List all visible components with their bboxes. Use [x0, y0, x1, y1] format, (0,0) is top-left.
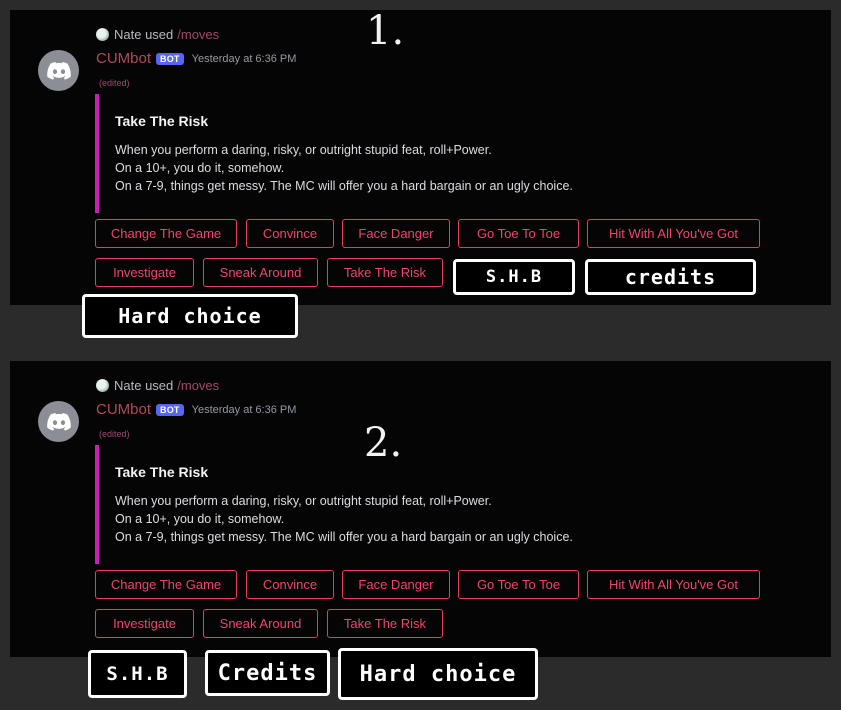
move-button-face-danger[interactable]: Face Danger [342, 219, 450, 248]
message-header: CUMbot BOT Yesterday at 6:36 PM [96, 50, 296, 67]
embed-line: On a 7-9, things get messy. The MC will … [115, 179, 573, 193]
embed-line: When you perform a daring, risky, or out… [115, 143, 492, 157]
annotation-credits: Credits [205, 650, 330, 696]
annotation-number: 1. [366, 8, 405, 54]
bot-username[interactable]: CUMbot [96, 401, 151, 418]
move-button-investigate[interactable]: Investigate [95, 609, 194, 638]
user-avatar-small-icon [96, 379, 109, 392]
bot-avatar[interactable] [38, 401, 79, 442]
reply-user: Nate used [114, 27, 174, 42]
move-button-convince[interactable]: Convince [246, 219, 334, 248]
move-button-face-danger[interactable]: Face Danger [342, 570, 450, 599]
embed-line: On a 10+, you do it, somehow. [115, 161, 285, 175]
embed-description: When you perform a daring, risky, or out… [115, 492, 573, 546]
discord-message-panel-2: Nate used /moves CUMbot BOT Yesterday at… [10, 361, 831, 657]
reply-line: Nate used /moves [96, 27, 219, 42]
move-button-convince[interactable]: Convince [246, 570, 334, 599]
move-button-go-toe-to-toe[interactable]: Go Toe To Toe [458, 570, 579, 599]
bot-username[interactable]: CUMbot [96, 50, 151, 67]
annotation-shb: S.H.B [88, 650, 187, 698]
annotation-hard-choice: Hard choice [82, 294, 298, 338]
move-button-hit-with-all[interactable]: Hit With All You've Got [587, 219, 760, 248]
user-avatar-small-icon [96, 28, 109, 41]
reply-line: Nate used /moves [96, 378, 219, 393]
embed-line: On a 7-9, things get messy. The MC will … [115, 530, 573, 544]
embed-description: When you perform a daring, risky, or out… [115, 141, 573, 195]
edited-marker: (edited) [99, 429, 130, 439]
embed-title: Take The Risk [115, 113, 209, 129]
annotation-shb: S.H.B [453, 259, 575, 295]
edited-marker: (edited) [99, 78, 130, 88]
slash-command[interactable]: /moves [177, 27, 219, 42]
discord-logo-icon [46, 412, 71, 431]
move-button-take-the-risk[interactable]: Take The Risk [327, 258, 443, 287]
embed-line: When you perform a daring, risky, or out… [115, 494, 492, 508]
move-button-investigate[interactable]: Investigate [95, 258, 194, 287]
annotation-credits: credits [585, 259, 756, 295]
move-button-take-the-risk[interactable]: Take The Risk [327, 609, 443, 638]
annotation-hard-choice: Hard choice [338, 648, 538, 700]
move-button-change-the-game[interactable]: Change The Game [95, 570, 237, 599]
embed-line: On a 10+, you do it, somehow. [115, 512, 285, 526]
message-timestamp: Yesterday at 6:36 PM [191, 52, 297, 65]
message-timestamp: Yesterday at 6:36 PM [191, 403, 297, 416]
move-button-sneak-around[interactable]: Sneak Around [203, 609, 318, 638]
message-header: CUMbot BOT Yesterday at 6:36 PM [96, 401, 296, 418]
annotation-number: 2. [364, 420, 403, 466]
move-button-hit-with-all[interactable]: Hit With All You've Got [587, 570, 760, 599]
discord-logo-icon [46, 61, 71, 80]
move-button-go-toe-to-toe[interactable]: Go Toe To Toe [458, 219, 579, 248]
move-button-sneak-around[interactable]: Sneak Around [203, 258, 318, 287]
embed-title: Take The Risk [115, 464, 209, 480]
bot-badge: BOT [156, 52, 184, 65]
slash-command[interactable]: /moves [177, 378, 219, 393]
bot-avatar[interactable] [38, 50, 79, 91]
move-button-change-the-game[interactable]: Change The Game [95, 219, 237, 248]
bot-badge: BOT [156, 403, 184, 416]
move-embed: Take The Risk When you perform a daring,… [95, 94, 675, 213]
reply-user: Nate used [114, 378, 174, 393]
